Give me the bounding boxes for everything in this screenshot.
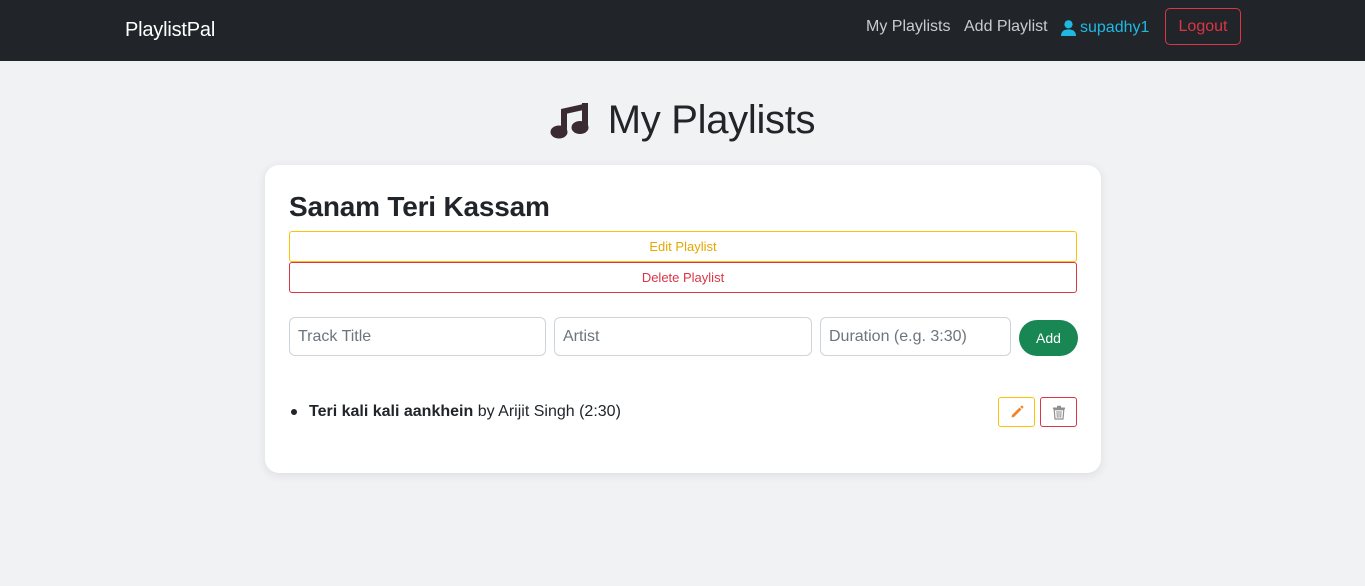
brand-logo[interactable]: PlaylistPal bbox=[125, 19, 215, 42]
list-item: Teri kali kali aankhein by Arijit Singh … bbox=[289, 396, 1077, 428]
list-bullet bbox=[291, 409, 297, 415]
track-artist: Arijit Singh bbox=[498, 403, 575, 420]
nav-link-my-playlists[interactable]: My Playlists bbox=[866, 18, 950, 36]
delete-track-button[interactable] bbox=[1040, 397, 1077, 427]
track-by: by bbox=[477, 403, 495, 420]
duration-input[interactable] bbox=[820, 317, 1011, 356]
playlist-name: Sanam Teri Kassam bbox=[289, 191, 550, 222]
nav-link-add-playlist[interactable]: Add Playlist bbox=[964, 18, 1048, 36]
pencil-icon bbox=[1011, 405, 1023, 418]
track-info: Teri kali kali aankhein by Arijit Singh … bbox=[309, 403, 621, 421]
playlist-card: Sanam Teri Kassam Edit Playlist Delete P… bbox=[265, 165, 1101, 473]
edit-playlist-button[interactable]: Edit Playlist bbox=[289, 231, 1077, 262]
page-header: My Playlists bbox=[0, 96, 1365, 144]
trash-icon bbox=[1052, 405, 1065, 420]
track-duration: (2:30) bbox=[579, 403, 621, 420]
music-note-icon bbox=[550, 103, 589, 139]
user-profile-link[interactable]: supadhy1 bbox=[1061, 17, 1149, 39]
top-navbar: PlaylistPal My Playlists Add Playlist su… bbox=[0, 0, 1365, 61]
track-title-input[interactable] bbox=[289, 317, 546, 356]
user-icon bbox=[1061, 20, 1076, 36]
add-track-button[interactable]: Add bbox=[1019, 320, 1078, 356]
artist-input[interactable] bbox=[554, 317, 812, 356]
page-title: My Playlists bbox=[607, 97, 816, 142]
logout-button[interactable]: Logout bbox=[1165, 8, 1241, 45]
edit-track-button[interactable] bbox=[998, 397, 1035, 427]
track-title: Teri kali kali aankhein bbox=[309, 403, 474, 420]
delete-playlist-button[interactable]: Delete Playlist bbox=[289, 262, 1077, 293]
username-label: supadhy1 bbox=[1080, 19, 1150, 36]
